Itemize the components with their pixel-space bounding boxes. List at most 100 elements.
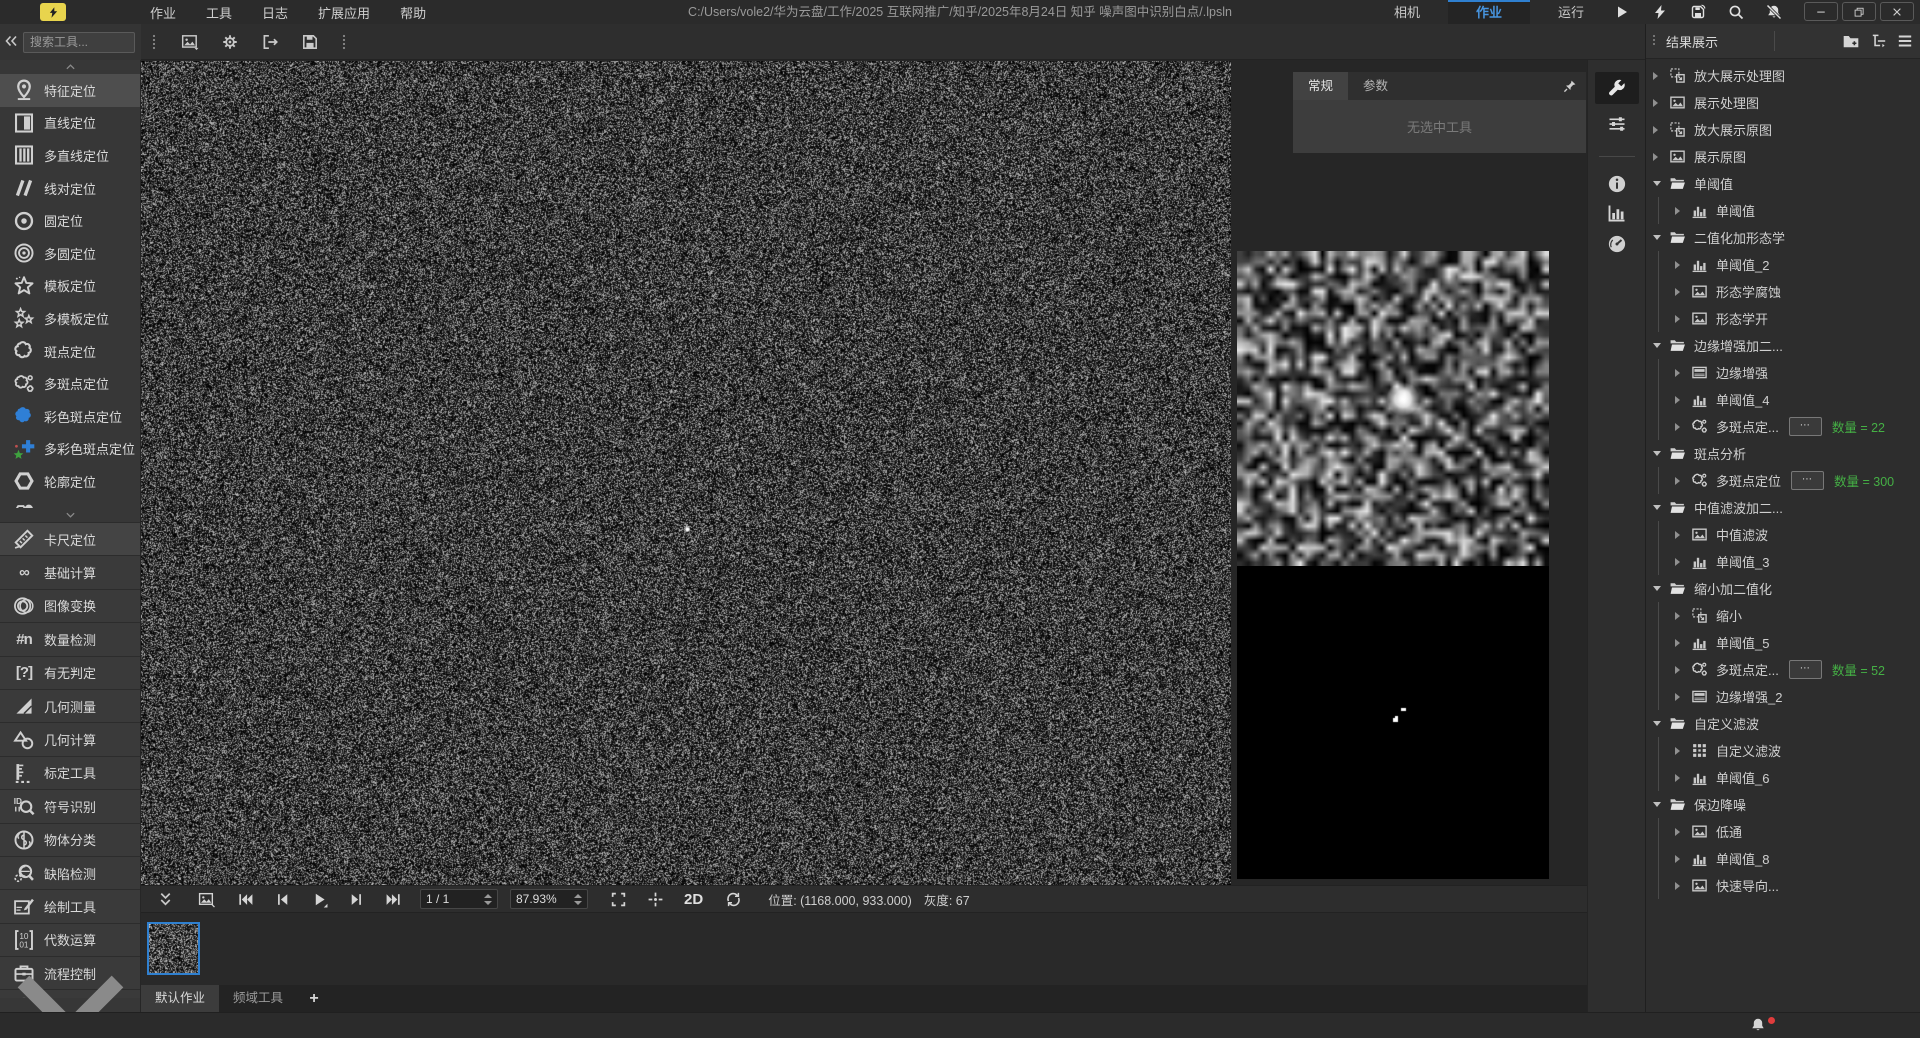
tree-item-斑点分析[interactable]: 斑点分析 bbox=[1646, 440, 1920, 467]
search-icon[interactable] bbox=[1728, 4, 1744, 20]
caret-right-icon[interactable] bbox=[1675, 666, 1687, 674]
image-save-icon[interactable] bbox=[198, 891, 215, 908]
tree-item-自定义滤波[interactable]: 自定义滤波 bbox=[1646, 737, 1920, 764]
tool-彩色斑点定位[interactable]: 彩色斑点定位 bbox=[0, 400, 140, 433]
grip-handle-icon[interactable] bbox=[339, 33, 349, 51]
tree-item-保边降噪[interactable]: 保边降噪 bbox=[1646, 791, 1920, 818]
caret-right-icon[interactable] bbox=[1675, 747, 1687, 755]
tool-有无判定[interactable]: [?]有无判定 bbox=[0, 657, 140, 690]
tool-特征定位[interactable]: 特征定位 bbox=[0, 74, 140, 107]
caret-down-icon[interactable] bbox=[1653, 802, 1665, 807]
image-thumbnail[interactable] bbox=[147, 922, 200, 975]
caret-right-icon[interactable] bbox=[1653, 126, 1665, 134]
search-input[interactable] bbox=[23, 32, 135, 53]
notifications-off-icon[interactable] bbox=[1766, 4, 1782, 20]
caret-right-icon[interactable] bbox=[1675, 558, 1687, 566]
tool-图像变换[interactable]: 图像变换 bbox=[0, 590, 140, 623]
tree-item-缩小加二值化[interactable]: 缩小加二值化 bbox=[1646, 575, 1920, 602]
job-tab-频域工具[interactable]: 频域工具 bbox=[219, 985, 297, 1012]
tree-item-放大展示原图[interactable]: 放大展示原图 bbox=[1646, 116, 1920, 143]
sync-icon[interactable] bbox=[725, 891, 742, 908]
tool-几何测量[interactable]: 几何测量 bbox=[0, 690, 140, 723]
tool-几何计算[interactable]: 几何计算 bbox=[0, 723, 140, 756]
tree-item-单阈值_5[interactable]: 单阈值_5 bbox=[1646, 629, 1920, 656]
caret-right-icon[interactable] bbox=[1653, 99, 1665, 107]
tree-item-边缘增强加二...[interactable]: 边缘增强加二... bbox=[1646, 332, 1920, 359]
top-tab-运行[interactable]: 运行 bbox=[1530, 0, 1612, 24]
caret-down-icon[interactable] bbox=[1653, 505, 1665, 510]
skip-first-icon[interactable] bbox=[237, 891, 254, 908]
add-job-button[interactable]: + bbox=[297, 985, 331, 1012]
caret-right-icon[interactable] bbox=[1675, 207, 1687, 215]
caret-right-icon[interactable] bbox=[1675, 369, 1687, 377]
tree-item-自定义滤波[interactable]: 自定义滤波 bbox=[1646, 710, 1920, 737]
caret-right-icon[interactable] bbox=[1653, 153, 1665, 161]
caret-down-icon[interactable] bbox=[1653, 235, 1665, 240]
caret-right-icon[interactable] bbox=[1675, 315, 1687, 323]
step-forward-icon[interactable] bbox=[348, 891, 365, 908]
close-button[interactable] bbox=[1880, 2, 1914, 21]
export-icon[interactable] bbox=[261, 33, 279, 51]
tool-数量检测[interactable]: #n数量检测 bbox=[0, 623, 140, 656]
tool-多轮廓定位[interactable]: 多轮廓定位 bbox=[0, 498, 140, 508]
tool-多圆定位[interactable]: 多圆定位 bbox=[0, 237, 140, 270]
tree-item-多斑点定...[interactable]: 多斑点定...⋯数量 = 52 bbox=[1646, 656, 1920, 683]
tool-多模板定位[interactable]: 多模板定位 bbox=[0, 302, 140, 335]
frame-spinner[interactable]: 1 / 1 bbox=[420, 889, 498, 909]
caret-down-icon[interactable] bbox=[1653, 181, 1665, 186]
props-tab-参数[interactable]: 参数 bbox=[1348, 72, 1403, 100]
add-folder-icon[interactable] bbox=[1842, 32, 1860, 50]
tree-item-单阈值[interactable]: 单阈值 bbox=[1646, 197, 1920, 224]
spinner-arrows-icon[interactable] bbox=[484, 894, 492, 905]
menu-icon[interactable] bbox=[1896, 32, 1914, 50]
scroll-down-icon[interactable] bbox=[0, 508, 140, 522]
top-tab-作业[interactable]: 作业 bbox=[1448, 0, 1530, 24]
lightning-icon[interactable] bbox=[1652, 4, 1668, 20]
tree-item-多斑点定...[interactable]: 多斑点定...⋯数量 = 22 bbox=[1646, 413, 1920, 440]
caret-right-icon[interactable] bbox=[1675, 639, 1687, 647]
tree-item-展示原图[interactable]: 展示原图 bbox=[1646, 143, 1920, 170]
tool-多彩色斑点定位[interactable]: 多彩色斑点定位 bbox=[0, 433, 140, 466]
image-tool-icon[interactable] bbox=[181, 33, 199, 51]
tool-物体分类[interactable]: 物体分类 bbox=[0, 824, 140, 857]
play-icon[interactable] bbox=[311, 891, 328, 908]
tool-直线定位[interactable]: 直线定位 bbox=[0, 107, 140, 140]
caret-right-icon[interactable] bbox=[1675, 396, 1687, 404]
caret-right-icon[interactable] bbox=[1653, 72, 1665, 80]
menu-item-1[interactable]: 工具 bbox=[206, 3, 232, 22]
more-options-button[interactable]: ⋯ bbox=[1789, 660, 1822, 679]
scroll-up-icon[interactable] bbox=[0, 60, 140, 74]
minimize-button[interactable] bbox=[1804, 2, 1838, 21]
info-icon[interactable] bbox=[1595, 168, 1639, 200]
caret-right-icon[interactable] bbox=[1675, 855, 1687, 863]
tree-item-形态学开[interactable]: 形态学开 bbox=[1646, 305, 1920, 332]
tree-item-中值滤波加二...[interactable]: 中值滤波加二... bbox=[1646, 494, 1920, 521]
tree-item-展示处理图[interactable]: 展示处理图 bbox=[1646, 89, 1920, 116]
tree-item-多斑点定位[interactable]: 多斑点定位⋯数量 = 300 bbox=[1646, 467, 1920, 494]
parameters-sliders-icon[interactable] bbox=[1595, 108, 1639, 140]
performance-gauge-icon[interactable] bbox=[1595, 228, 1639, 260]
spinner-arrows-icon[interactable] bbox=[574, 894, 582, 905]
top-tab-相机[interactable]: 相机 bbox=[1366, 0, 1448, 24]
caret-right-icon[interactable] bbox=[1675, 612, 1687, 620]
caret-right-icon[interactable] bbox=[1675, 261, 1687, 269]
tool-轮廓定位[interactable]: 轮廓定位 bbox=[0, 465, 140, 498]
skip-last-icon[interactable] bbox=[385, 891, 402, 908]
tool-代数运算[interactable]: 1001代数运算 bbox=[0, 924, 140, 957]
tree-item-单阈值_6[interactable]: 单阈值_6 bbox=[1646, 764, 1920, 791]
zoom-spinner[interactable]: 87.93% bbox=[510, 889, 588, 909]
caret-right-icon[interactable] bbox=[1675, 288, 1687, 296]
tree-item-低通[interactable]: 低通 bbox=[1646, 818, 1920, 845]
tree-item-缩小[interactable]: 缩小 bbox=[1646, 602, 1920, 629]
tree-item-放大展示处理图[interactable]: 放大展示处理图 bbox=[1646, 62, 1920, 89]
tool-多直线定位[interactable]: 多直线定位 bbox=[0, 139, 140, 172]
pin-icon[interactable] bbox=[1563, 79, 1577, 93]
caret-down-icon[interactable] bbox=[1653, 586, 1665, 591]
grip-handle-icon[interactable] bbox=[1650, 33, 1658, 49]
tree-item-单阈值_4[interactable]: 单阈值_4 bbox=[1646, 386, 1920, 413]
restore-button[interactable] bbox=[1842, 2, 1876, 21]
gear-icon[interactable] bbox=[221, 33, 239, 51]
menu-item-2[interactable]: 日志 bbox=[262, 3, 288, 22]
tree-item-边缘增强[interactable]: 边缘增强 bbox=[1646, 359, 1920, 386]
caret-right-icon[interactable] bbox=[1675, 477, 1687, 485]
